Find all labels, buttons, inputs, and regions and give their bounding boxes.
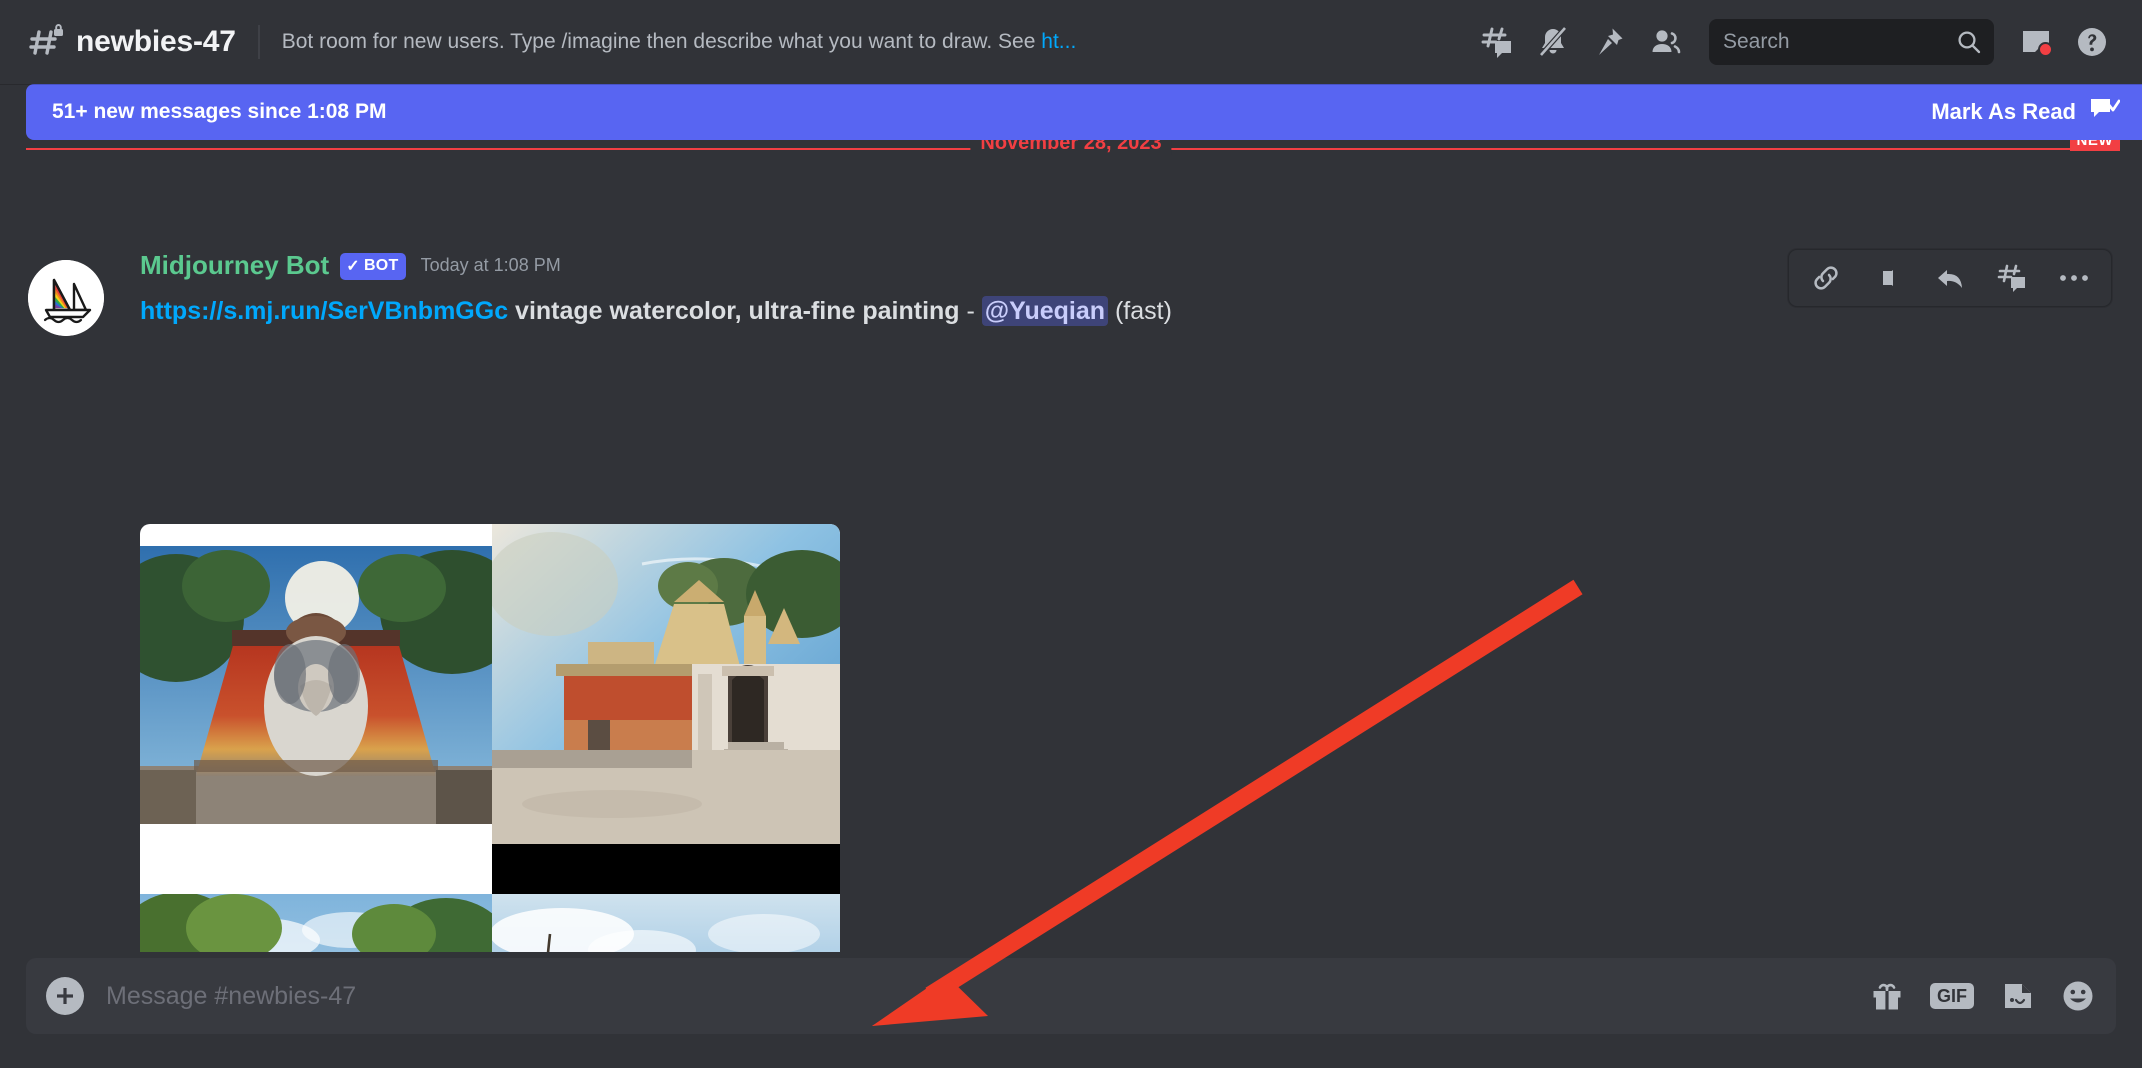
plus-icon[interactable] xyxy=(46,977,84,1015)
message-author[interactable]: Midjourney Bot xyxy=(140,250,329,281)
message-composer[interactable]: Message #newbies-47 GIF xyxy=(26,958,2116,1034)
members-icon[interactable] xyxy=(1637,14,1693,70)
gif-icon[interactable]: GIF xyxy=(1930,983,1974,1009)
avatar[interactable] xyxy=(28,260,104,336)
inbox-icon[interactable] xyxy=(2008,14,2064,70)
pin-icon[interactable] xyxy=(1581,14,1637,70)
more-icon[interactable] xyxy=(2043,250,2105,306)
search-input[interactable]: Search xyxy=(1709,19,1994,65)
gif-label: GIF xyxy=(1930,983,1974,1009)
message-prompt: vintage watercolor, ultra-fine painting xyxy=(508,297,960,325)
left-rail xyxy=(0,0,26,1068)
threads-icon[interactable] xyxy=(1469,14,1525,70)
channel-topic-text: Bot room for new users. Type /imagine th… xyxy=(281,30,1042,53)
grid-tile-1[interactable] xyxy=(140,546,492,824)
gift-icon[interactable] xyxy=(1870,979,1904,1013)
channel-topic[interactable]: Bot room for new users. Type /imagine th… xyxy=(282,30,1077,54)
link-icon[interactable] xyxy=(1795,250,1857,306)
channel-topic-link[interactable]: ht... xyxy=(1041,30,1076,53)
image-grid-attachment[interactable] xyxy=(140,524,840,952)
mark-as-read-label: Mark As Read xyxy=(1931,99,2076,124)
message-timestamp: Today at 1:08 PM xyxy=(420,254,561,275)
inbox-badge-dot xyxy=(2038,42,2053,57)
message-list: November 28, 2023 NEW Midjourney Bot ✓ B… xyxy=(0,84,2142,952)
grid-tile-letterbox xyxy=(492,844,840,894)
search-icon xyxy=(1956,29,1982,55)
header-icon-group: Search xyxy=(1469,14,2120,70)
sticker-icon[interactable] xyxy=(2000,979,2034,1013)
message-input[interactable]: Message #newbies-47 xyxy=(106,982,1870,1011)
emoji-icon[interactable] xyxy=(2060,978,2096,1014)
mark-read-icon xyxy=(2090,97,2121,128)
message-hover-toolbar xyxy=(1788,249,2112,307)
date-divider: November 28, 2023 NEW xyxy=(22,130,2120,155)
message-mode: (fast) xyxy=(1108,297,1172,325)
search-placeholder: Search xyxy=(1723,30,1790,53)
grid-tile-2[interactable] xyxy=(492,524,840,844)
channel-header: newbies-47 Bot room for new users. Type … xyxy=(0,0,2142,84)
header-divider xyxy=(257,25,260,59)
composer-icon-group: GIF xyxy=(1870,978,2096,1014)
mark-as-read-button[interactable]: Mark As Read xyxy=(1931,97,2121,128)
grid-tile-3[interactable] xyxy=(140,894,492,952)
grid-tile-4[interactable] xyxy=(492,894,840,952)
thread-icon[interactable] xyxy=(1981,250,2043,306)
help-icon[interactable] xyxy=(2064,14,2120,70)
message-link[interactable]: https://s.mj.run/SerVBnbmGGc xyxy=(140,297,508,325)
bot-badge-label: BOT xyxy=(363,256,399,274)
message-mention[interactable]: @Yueqian xyxy=(981,296,1109,326)
bot-badge: ✓ BOT xyxy=(340,252,406,280)
bell-muted-icon[interactable] xyxy=(1525,14,1581,70)
discord-app-window: newbies-47 Bot room for new users. Type … xyxy=(0,0,2142,1068)
hash-lock-icon xyxy=(26,22,66,62)
new-messages-bar[interactable]: 51+ new messages since 1:08 PM Mark As R… xyxy=(26,84,2142,140)
bot-badge-check: ✓ xyxy=(346,257,360,275)
channel-name[interactable]: newbies-47 xyxy=(76,25,236,59)
message-separator: - xyxy=(959,297,982,325)
message-composer-area: Message #newbies-47 GIF xyxy=(0,952,2142,1068)
new-messages-text: 51+ new messages since 1:08 PM xyxy=(52,100,387,123)
react-icon[interactable] xyxy=(1857,250,1919,306)
reply-icon[interactable] xyxy=(1919,250,1981,306)
